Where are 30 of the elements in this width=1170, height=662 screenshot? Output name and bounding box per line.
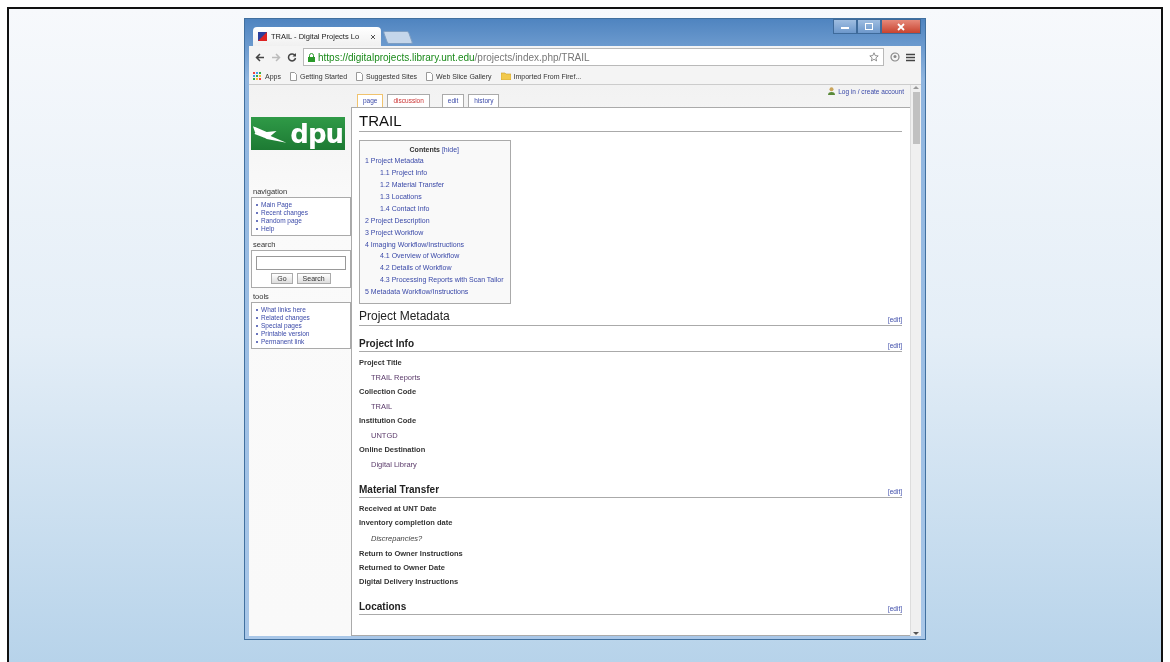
maximize-button[interactable] [857,19,881,34]
user-icon [828,87,836,95]
apps-grid-icon [253,71,262,81]
reload-icon[interactable] [287,52,297,62]
subsection-heading: Material Transfer [359,483,440,495]
subsection-heading: Project Info [359,337,414,349]
folder-icon [500,72,511,80]
maximize-icon [865,23,873,30]
lock-icon [308,52,315,62]
close-icon[interactable] [370,33,376,40]
extension-icon[interactable] [890,52,900,62]
star-icon[interactable] [869,52,879,62]
scrollbar[interactable] [910,85,921,636]
scroll-down-icon[interactable] [913,632,919,636]
favicon-icon [258,32,267,41]
search-field[interactable] [256,256,346,270]
page-icon [426,71,434,81]
page-icon [356,71,364,81]
page-title: TRAIL [359,112,902,132]
subsection-heading: Locations [359,600,407,612]
site-logo[interactable]: dpu [251,117,345,150]
scrollbar-thumb[interactable] [912,92,920,144]
back-icon[interactable] [255,52,265,62]
page-icon [289,71,297,81]
minimize-button[interactable] [833,19,857,34]
menu-icon[interactable] [906,52,915,62]
close-button[interactable] [881,19,921,34]
address-bar[interactable]: https://digitalprojects.library.unt.edu/projects/index.php/TRAIL [303,48,884,66]
section-heading: Project Metadata [359,308,450,323]
close-icon [897,22,905,31]
